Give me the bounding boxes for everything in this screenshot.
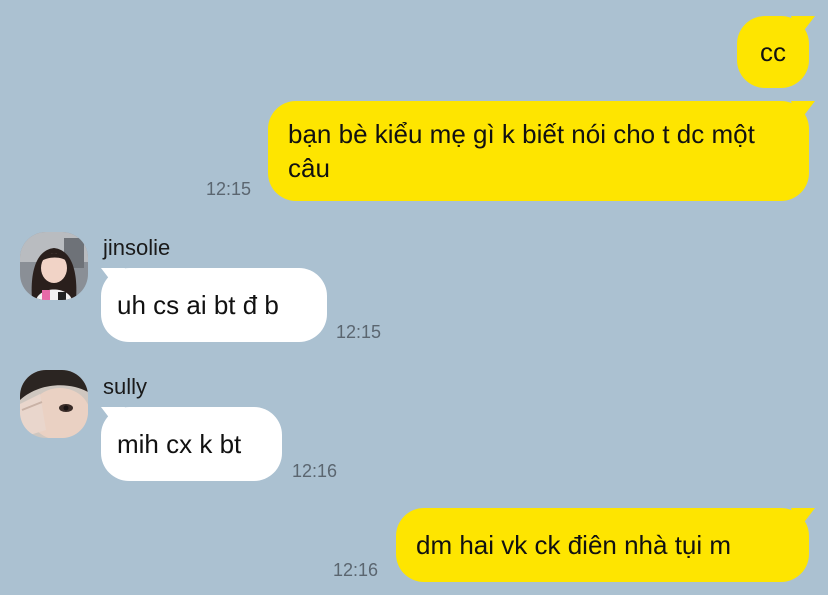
message-text: dm hai vk ck điên nhà tụi m bbox=[416, 530, 732, 560]
message-time: 12:15 bbox=[206, 179, 252, 199]
message-text: mih cx k bt bbox=[117, 429, 242, 459]
avatar-photo-icon bbox=[20, 232, 88, 300]
chat-area: cc bạn bè kiểu mẹ gì k biết nói cho t dc… bbox=[0, 0, 828, 595]
avatar-sully[interactable] bbox=[20, 370, 88, 438]
message-time: 12:16 bbox=[292, 461, 338, 481]
message-time: 12:16 bbox=[333, 560, 379, 580]
message-text: bạn bè kiểu mẹ gì k biết nói cho t dc mộ… bbox=[288, 119, 755, 183]
message-time: 12:15 bbox=[336, 322, 382, 342]
avatar-jinsolie[interactable] bbox=[20, 232, 88, 300]
sender-name: jinsolie bbox=[103, 235, 171, 260]
message-text: cc bbox=[760, 37, 786, 67]
my-message-bubble[interactable]: dm hai vk ck điên nhà tụi m bbox=[396, 508, 809, 582]
message-text: uh cs ai bt đ b bbox=[117, 290, 279, 320]
my-message-bubble[interactable]: bạn bè kiểu mẹ gì k biết nói cho t dc mộ… bbox=[268, 101, 809, 201]
other-message-bubble[interactable]: mih cx k bt bbox=[101, 407, 282, 481]
other-message-bubble[interactable]: uh cs ai bt đ b bbox=[101, 268, 327, 342]
my-message-bubble[interactable]: cc bbox=[737, 16, 809, 88]
sender-name: sully bbox=[103, 374, 148, 399]
avatar-photo-icon bbox=[20, 370, 88, 438]
